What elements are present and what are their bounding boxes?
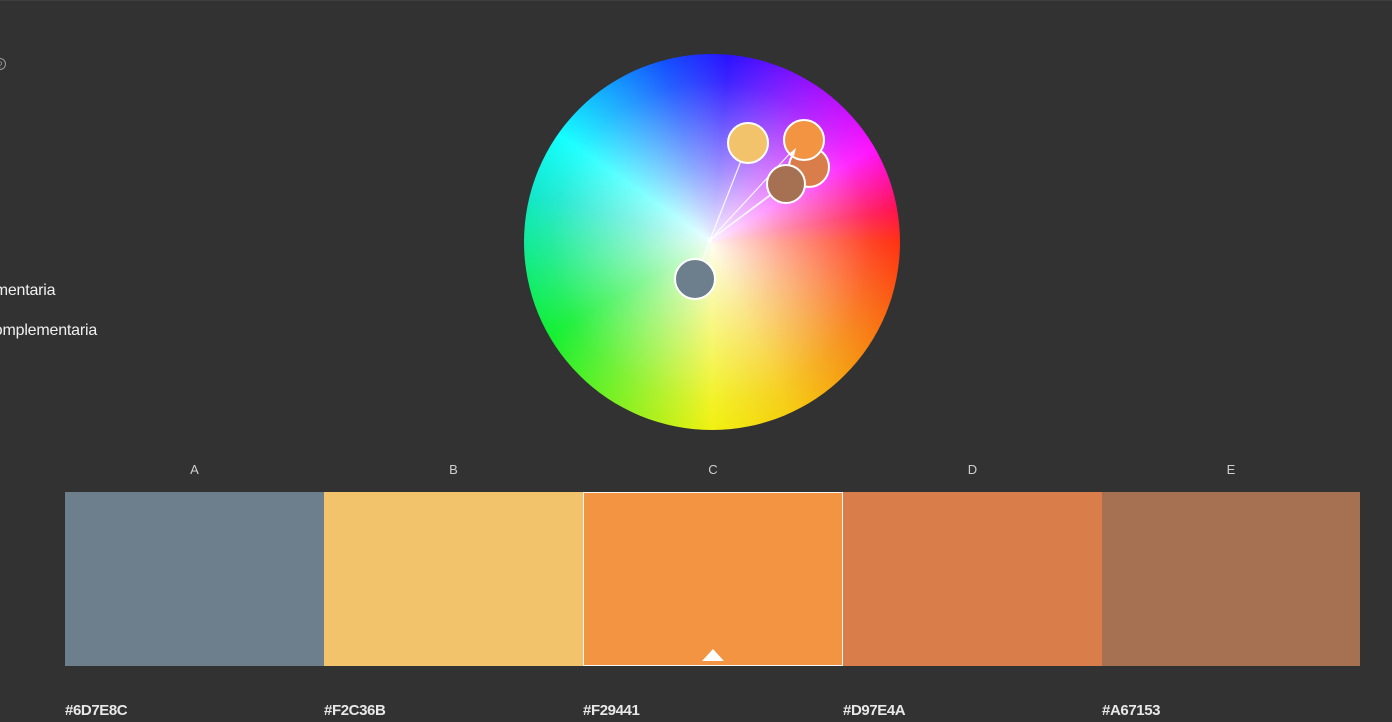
wheel-handles-layer [674,119,830,300]
color-handle-b[interactable] [727,122,769,164]
wheel-center-dot [707,237,713,243]
color-swatch-d[interactable] [843,492,1102,666]
help-icon[interactable]: ? [0,58,6,70]
color-swatch-a[interactable] [65,492,324,666]
hex-value-b[interactable]: #F2C36B [324,702,386,719]
swatch-letter-d: D [967,462,978,477]
color-swatch-e[interactable] [1102,492,1360,666]
hex-value-d[interactable]: #D97E4A [843,702,906,719]
swatch-letter-b: B [449,462,458,477]
harmony-rule-split-complementary[interactable]: complementaria [0,322,97,340]
color-handle-e[interactable] [766,164,806,204]
color-wheel[interactable] [524,54,900,430]
hex-value-c[interactable]: #F29441 [583,702,640,719]
color-swatch-c[interactable] [583,492,843,666]
hex-value-a[interactable]: #6D7E8C [65,702,128,719]
base-color-handle-a[interactable] [674,258,716,300]
color-handle-c[interactable] [783,119,825,161]
selected-swatch-caret-icon [702,649,724,661]
swatch-letter-a: A [190,462,199,477]
hex-value-e[interactable]: #A67153 [1102,702,1160,719]
swatch-letter-c: C [708,462,718,477]
color-swatch-b[interactable] [324,492,583,666]
harmony-rule-complementary[interactable]: ementaria [0,282,56,300]
color-wheel-app: ? ementaria complementaria A B C D E #6D7E8C… [0,0,1392,722]
swatch-letter-e: E [1226,462,1236,477]
